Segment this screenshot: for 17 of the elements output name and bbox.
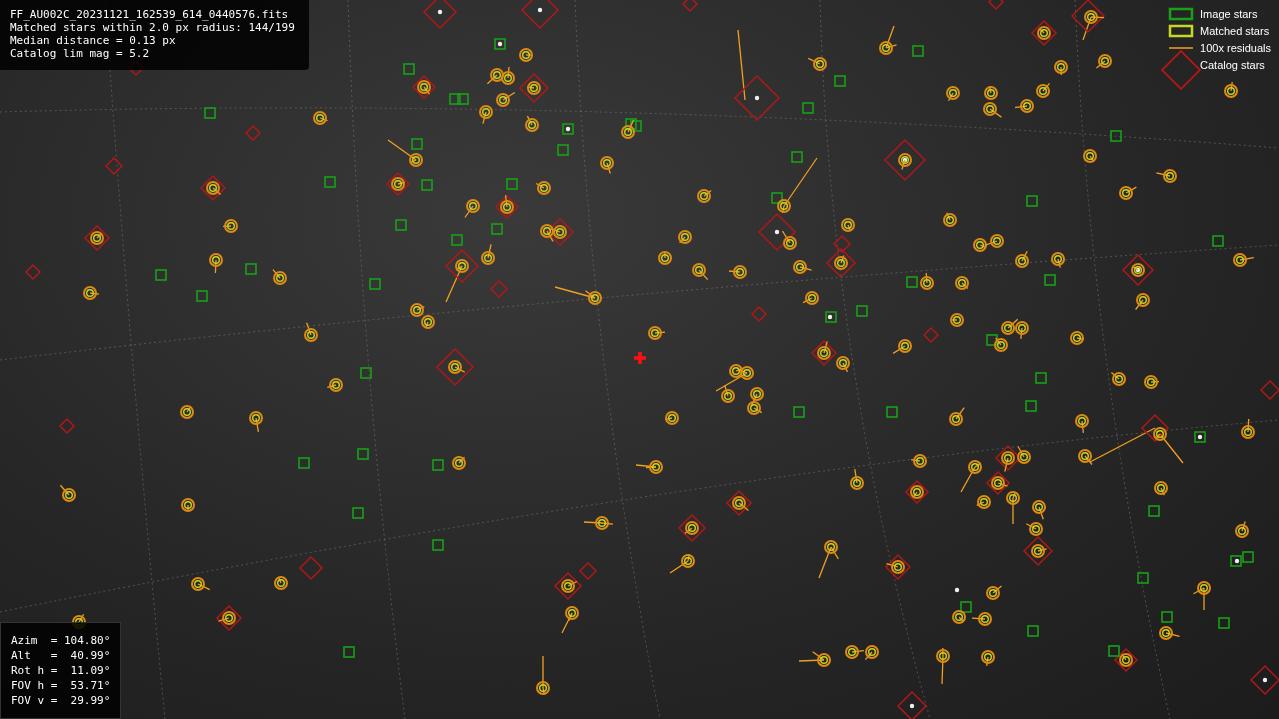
info-text: FF_AU002C_20231121_162539_614_0440576.fits — [10, 8, 290, 21]
catalog-diamond-icon — [1161, 50, 1202, 90]
pointing-text: FOV v = 29.99° — [11, 693, 111, 708]
center-cross-icon — [632, 350, 648, 366]
legend-label: Image stars — [1200, 6, 1258, 22]
info-text: Median distance = 0.13 px — [10, 34, 177, 47]
legend-label: 100x residuals — [1200, 40, 1271, 56]
pointing-text: Alt = 40.99° — [11, 648, 111, 663]
info-text: Catalog lim mag = 5.2 — [10, 47, 151, 60]
legend-label: Matched stars — [1200, 23, 1270, 39]
info-text: Matched stars within 2.0 px radius: 144/199 — [10, 21, 295, 34]
pointing-text: Rot h = 11.09° — [11, 663, 111, 678]
pointing-text: FOV h = 53.71° — [11, 678, 111, 693]
pointing-text: Azim = 104.80° — [11, 633, 111, 648]
matched-star-swatch-icon — [1168, 24, 1195, 38]
legend-label: Catalog stars — [1200, 57, 1265, 73]
image-star-swatch-icon — [1168, 7, 1195, 21]
